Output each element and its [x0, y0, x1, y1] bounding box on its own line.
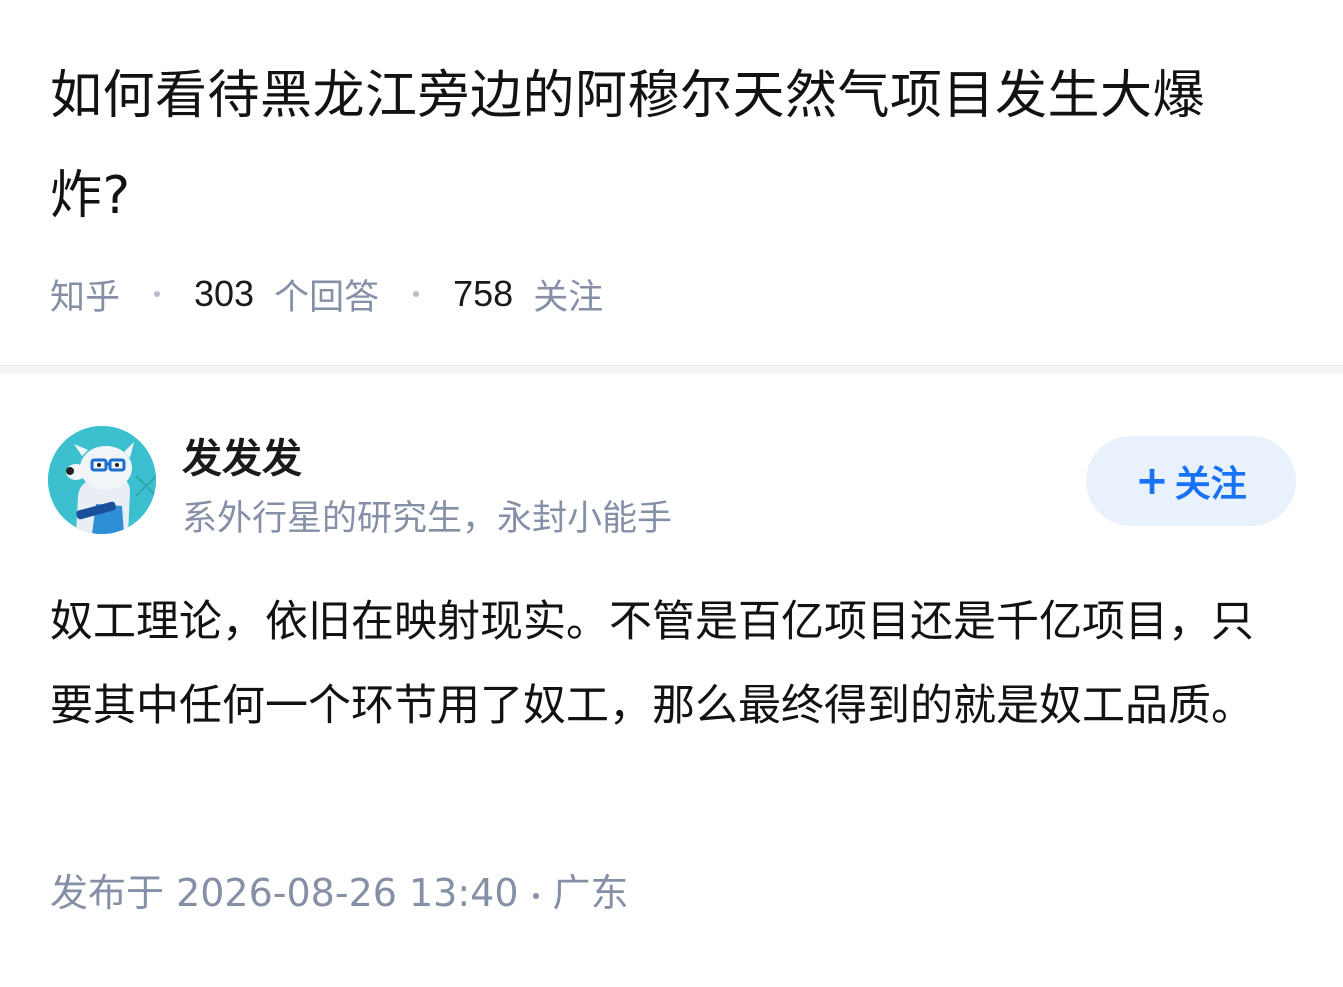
section-divider	[0, 366, 1343, 374]
separator-dot	[413, 291, 420, 297]
avatar[interactable]	[48, 426, 156, 534]
plus-icon: +	[1135, 458, 1169, 504]
separator-dot	[532, 892, 539, 899]
answer-card: 发发发 系外行星的研究生，永封小能手 + 关注 奴工理论，依旧在映射现实。不管是…	[0, 374, 1343, 987]
answer-count-label: 个回答	[274, 277, 380, 318]
question-card: 如何看待黑龙江旁边的阿穆尔天然气项目发生大爆炸? 知乎 303 个回答 758 …	[0, 0, 1343, 366]
publish-time: 发布于 2026-08-26 13:40	[50, 871, 519, 915]
question-meta: 知乎 303 个回答 758 关注	[50, 268, 603, 320]
follow-button-label: 关注	[1174, 464, 1247, 505]
follower-count-label: 关注	[533, 277, 604, 318]
cartoon-dog-avatar-icon	[48, 426, 156, 534]
separator-dot	[154, 291, 161, 297]
location: 广东	[552, 871, 629, 915]
answer-content[interactable]: 奴工理论，依旧在映射现实。不管是百亿项目还是千亿项目，只要其中任何一个环节用了奴…	[50, 580, 1290, 748]
follow-button[interactable]: + 关注	[1086, 436, 1296, 526]
question-title[interactable]: 如何看待黑龙江旁边的阿穆尔天然气项目发生大爆炸?	[50, 46, 1280, 246]
source-label: 知乎	[50, 277, 121, 318]
follower-count: 758	[453, 273, 514, 314]
author-headline: 系外行星的研究生，永封小能手	[182, 499, 673, 539]
answer-count: 303	[194, 273, 255, 314]
author-name[interactable]: 发发发	[182, 426, 302, 484]
answer-meta: 发布于 2026-08-26 13:40 广东	[50, 862, 629, 917]
